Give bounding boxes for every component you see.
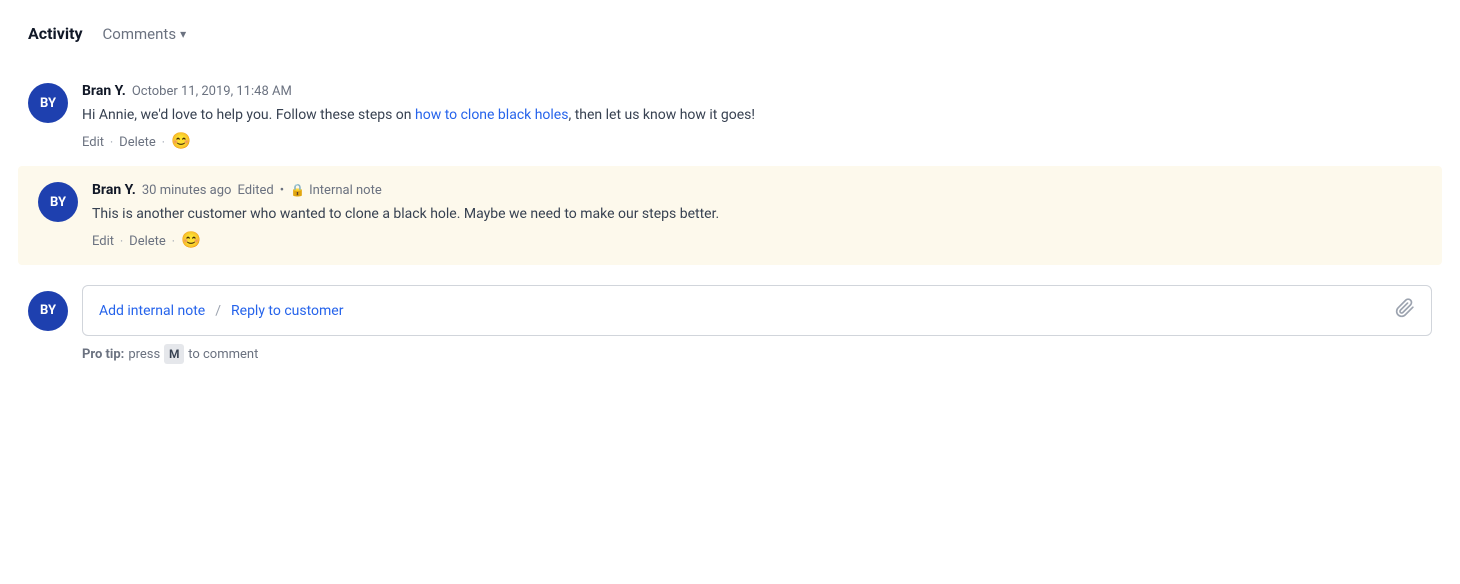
dot-separator: •: [280, 183, 284, 198]
edit-link[interactable]: Edit: [92, 234, 114, 249]
internal-note-item: BY Bran Y. 30 minutes ago Edited • 🔒 Int…: [18, 166, 1442, 265]
delete-link[interactable]: Delete: [129, 234, 166, 249]
current-user-avatar: BY: [28, 291, 68, 331]
activity-title: Activity: [28, 24, 83, 43]
timestamp: October 11, 2019, 11:48 AM: [132, 84, 292, 99]
action-separator: ·: [172, 234, 175, 248]
attachment-icon[interactable]: [1395, 298, 1415, 323]
comment-text: This is another customer who wanted to c…: [92, 204, 1422, 225]
avatar: BY: [28, 83, 68, 123]
author-name: Bran Y.: [82, 83, 126, 99]
comment-meta: Bran Y. October 11, 2019, 11:48 AM: [82, 83, 1432, 99]
comment-item: BY Bran Y. October 11, 2019, 11:48 AM Hi…: [28, 67, 1432, 166]
chevron-down-icon: ▾: [180, 27, 186, 41]
reply-to-customer-button[interactable]: Reply to customer: [231, 303, 343, 319]
reply-divider: /: [215, 303, 221, 319]
comment-body: Bran Y. October 11, 2019, 11:48 AM Hi An…: [82, 83, 1432, 150]
action-separator: ·: [162, 135, 165, 149]
comment-actions: Edit · Delete · 😊: [92, 233, 1422, 249]
activity-list: BY Bran Y. October 11, 2019, 11:48 AM Hi…: [28, 67, 1432, 265]
edited-badge: Edited: [237, 183, 273, 198]
author-name: Bran Y.: [92, 182, 136, 198]
comments-dropdown[interactable]: Comments ▾: [103, 25, 187, 43]
reply-section: BY Add internal note / Reply to customer: [28, 265, 1432, 344]
add-internal-note-button[interactable]: Add internal note: [99, 303, 205, 319]
comment-link[interactable]: how to clone black holes: [415, 107, 568, 123]
lock-icon: 🔒: [290, 183, 305, 197]
comment-body: Bran Y. 30 minutes ago Edited • 🔒 Intern…: [92, 182, 1422, 249]
avatar: BY: [38, 182, 78, 222]
internal-note-badge: 🔒 Internal note: [290, 183, 382, 198]
comment-actions: Edit · Delete · 😊: [82, 134, 1432, 150]
comment-text: Hi Annie, we'd love to help you. Follow …: [82, 105, 1432, 126]
pro-tip-suffix: to comment: [188, 347, 258, 362]
comment-meta: Bran Y. 30 minutes ago Edited • 🔒 Intern…: [92, 182, 1422, 198]
emoji-button[interactable]: 😊: [181, 233, 201, 249]
timestamp: 30 minutes ago: [142, 183, 232, 198]
key-badge: M: [164, 344, 184, 364]
activity-header: Activity Comments ▾: [28, 24, 1432, 43]
pro-tip-text: press: [128, 347, 160, 362]
reply-input-wrapper[interactable]: Add internal note / Reply to customer: [82, 285, 1432, 336]
comments-label: Comments: [103, 25, 177, 43]
reply-input-placeholder: Add internal note / Reply to customer: [99, 303, 343, 319]
pro-tip-label: Pro tip:: [82, 347, 124, 362]
emoji-button[interactable]: 😊: [171, 134, 191, 150]
internal-note-label: Internal note: [309, 183, 382, 198]
delete-link[interactable]: Delete: [119, 135, 156, 150]
action-separator: ·: [110, 135, 113, 149]
edit-link[interactable]: Edit: [82, 135, 104, 150]
action-separator: ·: [120, 234, 123, 248]
pro-tip: Pro tip: press M to comment: [82, 344, 1432, 364]
